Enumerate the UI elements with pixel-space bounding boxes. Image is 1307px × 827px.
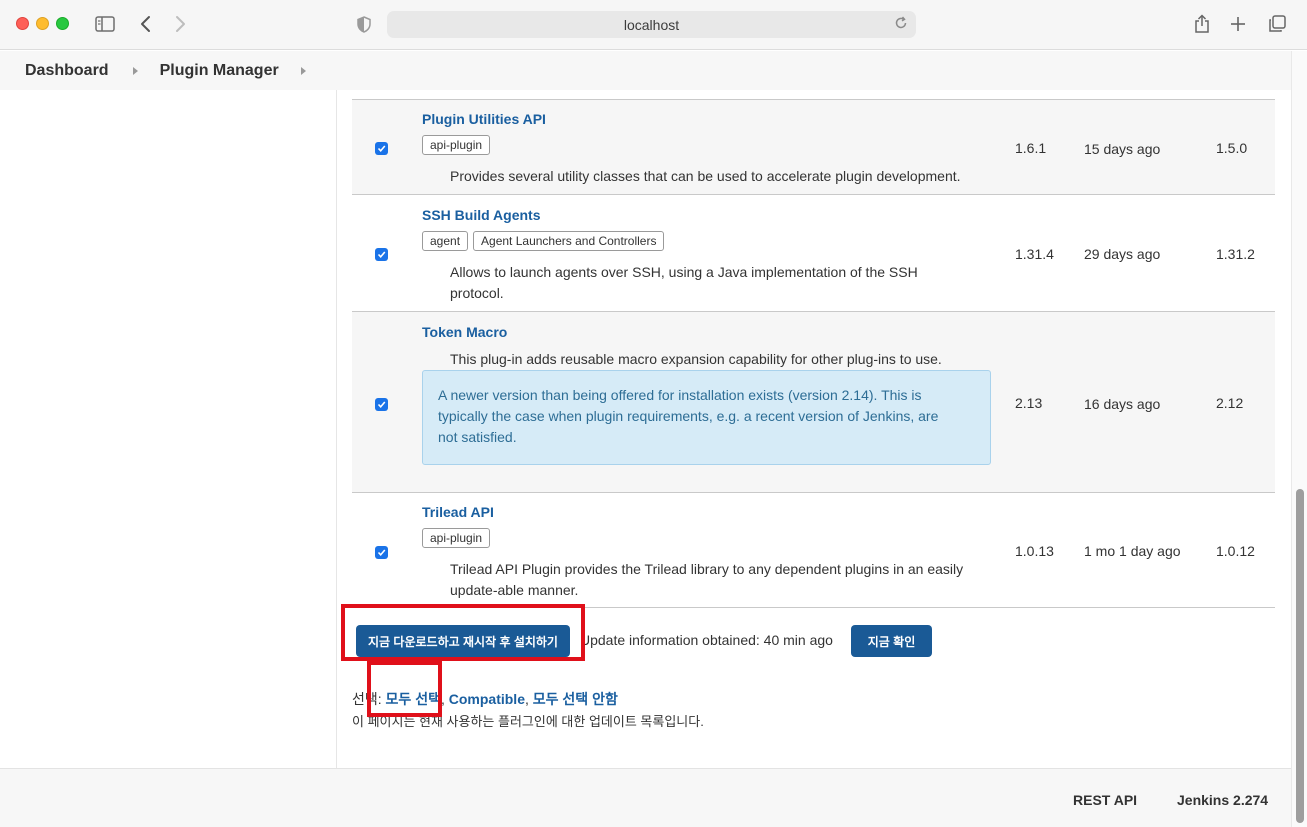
version-cell: 1.31.4 (1015, 246, 1054, 262)
released-cell: 15 days ago (1084, 141, 1161, 157)
sidebar-icon[interactable] (94, 12, 116, 36)
released-cell: 29 days ago (1084, 246, 1161, 262)
selection-separator: , (524, 691, 533, 707)
description-line: Allows to launch agents over SSH, using … (450, 264, 918, 280)
zoom-window-button[interactable] (56, 17, 69, 30)
reload-icon[interactable] (894, 16, 908, 33)
notice-line: typically the case when plugin requireme… (438, 408, 939, 424)
description-line: Trilead API Plugin provides the Trilead … (450, 561, 964, 577)
close-window-button[interactable] (16, 17, 29, 30)
plugin-name-link[interactable]: SSH Build Agents (422, 207, 541, 223)
notice-line: not satisfied. (438, 429, 517, 445)
plugin-description: Allows to launch agents over SSH, using … (450, 262, 995, 304)
forward-icon[interactable] (170, 12, 190, 36)
table-row: SSH Build Agents agent Agent Launchers a… (352, 194, 1275, 311)
plugin-name-link[interactable]: Token Macro (422, 324, 507, 340)
jenkins-version-link[interactable]: Jenkins 2.274 (1177, 792, 1268, 808)
notice-line: A newer version than being offered for i… (438, 387, 922, 403)
scrollbar-thumb[interactable] (1296, 489, 1304, 823)
plugin-description: This plug-in adds reusable macro expansi… (450, 351, 942, 367)
table-row: Token Macro This plug-in adds reusable m… (352, 311, 1275, 492)
plugin-checkbox[interactable] (375, 248, 388, 261)
plugin-name-link[interactable]: Trilead API (422, 504, 494, 520)
page-footer: REST API Jenkins 2.274 (0, 768, 1291, 827)
address-bar[interactable]: localhost (387, 11, 916, 38)
tabs-overview-icon[interactable] (1266, 12, 1288, 36)
version-cell: 1.0.13 (1015, 543, 1054, 559)
plugin-tag[interactable]: api-plugin (422, 528, 491, 548)
chevron-right-icon[interactable] (132, 66, 138, 75)
table-row: Trilead API api-plugin Trilead API Plugi… (352, 492, 1275, 607)
description-line: update-able manner. (450, 582, 579, 598)
breadcrumb-dashboard[interactable]: Dashboard (25, 62, 109, 80)
installed-cell: 1.0.12 (1216, 543, 1255, 559)
highlight-box-select-all (367, 661, 442, 717)
new-tab-icon[interactable] (1228, 12, 1248, 36)
chevron-right-icon[interactable] (300, 66, 306, 75)
released-cell: 1 mo 1 day ago (1084, 543, 1181, 559)
select-none-link[interactable]: 모두 선택 안함 (533, 691, 618, 707)
table-row: Plugin Utilities API api-plugin Provides… (352, 99, 1275, 194)
highlight-box-install-button (341, 604, 585, 661)
scrollbar[interactable] (1291, 51, 1307, 827)
browser-toolbar: localhost (0, 0, 1307, 50)
plugin-tag[interactable]: agent (422, 231, 469, 251)
url-text: localhost (623, 16, 680, 33)
version-cell: 1.6.1 (1015, 140, 1047, 156)
rest-api-link[interactable]: REST API (1073, 792, 1137, 808)
minimize-window-button[interactable] (36, 17, 49, 30)
plugin-description: Trilead API Plugin provides the Trilead … (450, 559, 1010, 601)
installed-cell: 2.12 (1216, 395, 1244, 411)
update-info-text: Update information obtained: 40 min ago (580, 632, 833, 648)
released-cell: 16 days ago (1084, 396, 1161, 412)
plugin-tag[interactable]: api-plugin (422, 135, 491, 155)
shield-icon[interactable] (354, 12, 374, 36)
plugin-checkbox[interactable] (375, 546, 388, 559)
installed-cell: 1.5.0 (1216, 140, 1248, 156)
plugin-tags: api-plugin (422, 528, 491, 548)
plugin-tag[interactable]: Agent Launchers and Controllers (473, 231, 665, 251)
check-now-button[interactable]: 지금 확인 (851, 625, 932, 657)
side-panel-divider (336, 90, 337, 768)
breadcrumb-plugin-manager[interactable]: Plugin Manager (160, 62, 279, 80)
plugin-tags: agent Agent Launchers and Controllers (422, 231, 665, 251)
select-compatible-link[interactable]: Compatible (449, 691, 525, 707)
plugin-update-table: Plugin Utilities API api-plugin Provides… (352, 99, 1275, 607)
share-icon[interactable] (1192, 12, 1212, 36)
plugin-checkbox[interactable] (375, 142, 388, 155)
plugin-tags: api-plugin (422, 135, 491, 155)
breadcrumb: Dashboard Plugin Manager (0, 51, 1291, 90)
plugin-name-link[interactable]: Plugin Utilities API (422, 111, 546, 127)
version-cell: 2.13 (1015, 395, 1043, 411)
selection-separator: , (440, 691, 449, 707)
description-line: protocol. (450, 285, 504, 301)
plugin-checkbox[interactable] (375, 398, 388, 411)
plugin-description: Provides several utility classes that ca… (450, 168, 961, 184)
back-icon[interactable] (136, 12, 156, 36)
installed-cell: 1.31.2 (1216, 246, 1255, 262)
newer-version-notice: A newer version than being offered for i… (422, 370, 991, 465)
